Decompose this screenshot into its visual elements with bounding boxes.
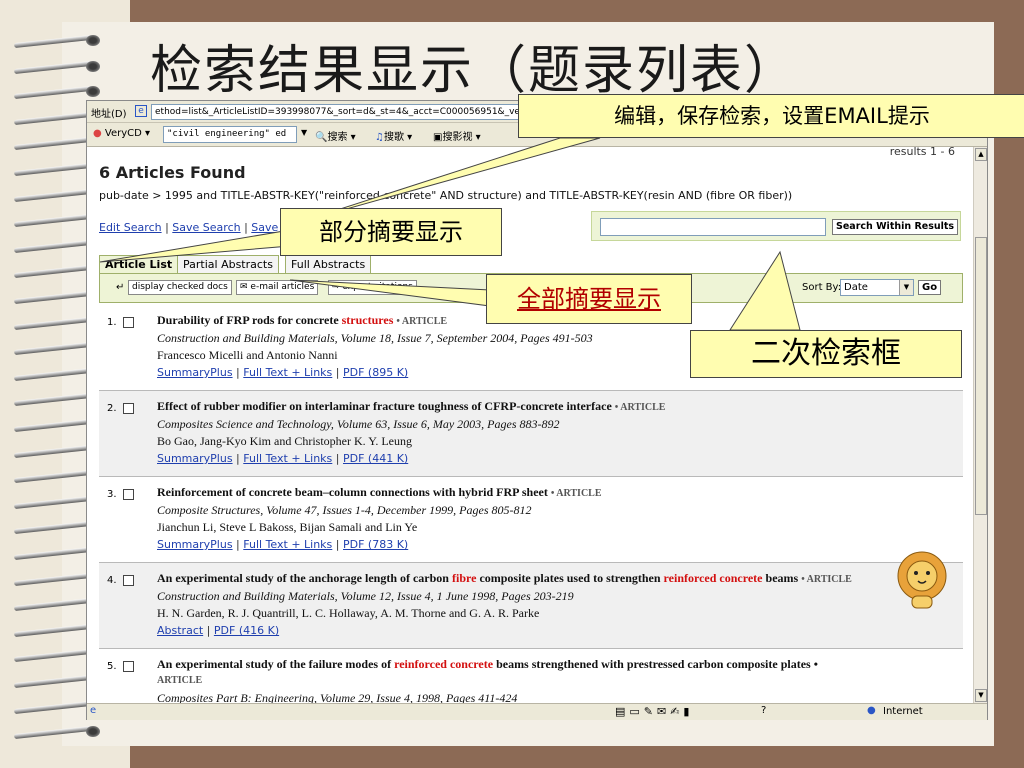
scroll-down-icon[interactable]: ▼ — [975, 689, 987, 702]
magnifier-icon: 🔍 — [315, 132, 328, 143]
article-links: SummaryPlus | Full Text + Links | PDF (7… — [157, 538, 409, 551]
article-checkbox[interactable] — [123, 575, 134, 586]
status-toolbar-icons[interactable]: ▤▭✎✉✍▮ — [615, 705, 694, 718]
fulltext-link[interactable]: Full Text + Links — [243, 538, 332, 551]
article-links: SummaryPlus | Full Text + Links | PDF (4… — [157, 452, 409, 465]
lion-icon — [897, 551, 947, 609]
email-articles-button[interactable]: ✉ e-mail articles — [236, 280, 319, 295]
search-query: pub-date > 1995 and TITLE-ABSTR-KEY("rei… — [99, 189, 793, 202]
scroll-thumb[interactable] — [975, 237, 987, 515]
tab-partial-abstracts[interactable]: Partial Abstracts — [177, 255, 279, 273]
article-links: Abstract | PDF (416 K) — [157, 624, 280, 637]
article-checkbox[interactable] — [123, 661, 134, 672]
fulltext-link[interactable]: Full Text + Links — [243, 452, 332, 465]
article-checkbox[interactable] — [123, 489, 134, 500]
verycd-button[interactable]: ● VeryCD ▾ — [93, 128, 150, 139]
pdf-link[interactable]: PDF (895 K) — [343, 366, 408, 379]
article-number: 4. — [107, 575, 117, 586]
article-journal: Construction and Building Materials, Vol… — [157, 331, 593, 345]
article-row: 2. Effect of rubber modifier on interlam… — [99, 391, 963, 477]
callout-full-abstract[interactable]: 全部摘要显示 — [486, 274, 692, 324]
save-search-link[interactable]: Save Search — [172, 221, 240, 234]
slide-title: 检索结果显示（题录列表） — [150, 41, 799, 101]
article-journal: Composite Structures, Volume 47, Issues … — [157, 503, 532, 517]
toolbar-search-button[interactable]: 🔍搜索 ▾ — [315, 128, 356, 143]
toolbar-music-button[interactable]: ♫搜歌 ▾ — [375, 128, 412, 143]
toolbar-video-button[interactable]: ▣搜影视 ▾ — [433, 128, 481, 143]
fulltext-link[interactable]: Full Text + Links — [243, 366, 332, 379]
spiral-ring — [6, 32, 102, 50]
help-icon[interactable]: ? — [761, 705, 766, 716]
browser-window: 地址(D) e ethod=list&_ArticleListID=393998… — [86, 100, 988, 720]
page-status-icon: e — [90, 705, 97, 716]
article-journal: Composites Part B: Engineering, Volume 2… — [157, 691, 518, 703]
pdf-link[interactable]: PDF (441 K) — [343, 452, 408, 465]
article-links: SummaryPlus | Full Text + Links | PDF (8… — [157, 366, 409, 379]
article-title[interactable]: Durability of FRP rods for concrete stru… — [157, 313, 447, 328]
dropdown-arrow-icon: ▼ — [899, 280, 913, 295]
callout-partial-abstract: 部分摘要显示 — [280, 208, 502, 256]
article-number: 1. — [107, 317, 117, 328]
edit-search-link[interactable]: Edit Search — [99, 221, 162, 234]
spiral-ring — [6, 58, 102, 76]
toolbar-dropdown-icon[interactable]: ▼ — [301, 128, 307, 137]
search-within-button[interactable]: Search Within Results — [832, 219, 959, 235]
return-arrow-icon: ↵ — [116, 282, 125, 293]
callout-email: 编辑，保存检索，设置EMAIL提示 — [518, 94, 1024, 138]
summaryplus-link[interactable]: SummaryPlus — [157, 366, 233, 379]
article-journal: Construction and Building Materials, Vol… — [157, 589, 574, 603]
article-checkbox[interactable] — [123, 403, 134, 414]
summaryplus-link[interactable]: SummaryPlus — [157, 538, 233, 551]
results-count: results 1 - 6 — [889, 147, 955, 158]
address-label: 地址(D) — [91, 109, 127, 120]
status-bar: e ▤▭✎✉✍▮ ? ● Internet — [87, 703, 987, 720]
tab-article-list[interactable]: Article List — [99, 255, 179, 274]
search-within-panel: Search Within Results — [591, 211, 961, 241]
article-title[interactable]: An experimental study of the failure mod… — [157, 657, 818, 672]
zone-label: Internet — [883, 706, 923, 717]
sort-label: Sort By: — [802, 282, 842, 293]
vertical-scrollbar[interactable]: ▲ ▼ — [973, 147, 987, 703]
article-type: ARTICLE — [157, 675, 203, 686]
summaryplus-link[interactable]: SummaryPlus — [157, 452, 233, 465]
spiral-ring — [6, 83, 102, 101]
abstract-link[interactable]: Abstract — [157, 624, 203, 637]
article-title[interactable]: Reinforcement of concrete beam–column co… — [157, 485, 602, 500]
article-title[interactable]: Effect of rubber modifier on interlamina… — [157, 399, 665, 414]
article-row: 4. An experimental study of the anchorag… — [99, 563, 963, 649]
page-content: results 1 - 6 6 Articles Found pub-date … — [87, 147, 973, 703]
music-icon: ♫ — [375, 132, 384, 143]
callout-secondary-search: 二次检索框 — [690, 330, 962, 378]
display-checked-button[interactable]: display checked docs — [128, 280, 232, 295]
verycd-icon: ● — [93, 128, 102, 139]
article-row: 3. Reinforcement of concrete beam–column… — [99, 477, 963, 563]
article-authors: Bo Gao, Jang-Kyo Kim and Christopher K. … — [157, 434, 412, 448]
article-number: 5. — [107, 661, 117, 672]
internet-zone-icon: ● — [867, 705, 876, 716]
article-number: 2. — [107, 403, 117, 414]
article-row: 5. An experimental study of the failure … — [99, 649, 963, 703]
article-journal: Composites Science and Technology, Volum… — [157, 417, 560, 431]
article-authors: Jianchun Li, Steve L Bakoss, Bijan Samal… — [157, 520, 418, 534]
page-icon: e — [135, 105, 147, 117]
tab-full-abstracts[interactable]: Full Abstracts — [285, 255, 372, 273]
article-title[interactable]: An experimental study of the anchorage l… — [157, 571, 852, 586]
article-authors: Francesco Micelli and Antonio Nanni — [157, 348, 338, 362]
article-checkbox[interactable] — [123, 317, 134, 328]
spiral-ring — [6, 723, 102, 741]
pdf-link[interactable]: PDF (783 K) — [343, 538, 408, 551]
article-number: 3. — [107, 489, 117, 500]
go-button[interactable]: Go — [918, 280, 942, 295]
export-icon: ⇨ — [332, 282, 340, 292]
toolbar-search-input[interactable]: "civil engineering" ed — [163, 126, 297, 143]
results-heading: 6 Articles Found — [99, 163, 246, 182]
sort-select[interactable]: Date ▼ — [840, 279, 914, 296]
search-within-input[interactable] — [600, 218, 826, 236]
pdf-link[interactable]: PDF (416 K) — [214, 624, 279, 637]
export-citations-button[interactable]: ⇨ export citations — [328, 280, 417, 295]
scroll-up-icon[interactable]: ▲ — [975, 148, 987, 161]
envelope-icon: ✉ — [240, 282, 248, 292]
article-authors: H. N. Garden, R. J. Quantrill, L. C. Hol… — [157, 606, 540, 620]
